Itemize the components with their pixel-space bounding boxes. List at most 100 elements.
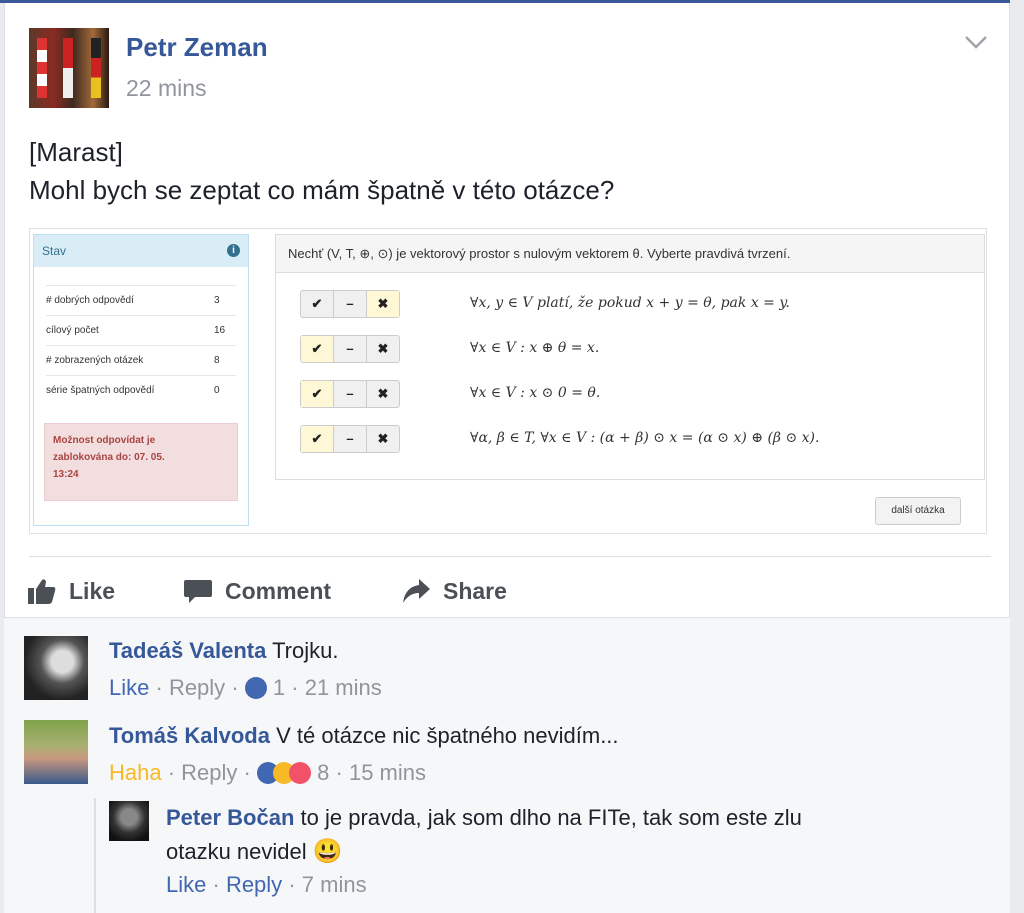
comment-haha-link[interactable]: Haha: [109, 760, 162, 785]
scrollbar[interactable]: [1010, 0, 1024, 913]
reply-body-line-2: otazku nevidel 😃: [166, 837, 343, 866]
stat-value: 8: [214, 355, 220, 366]
check-icon[interactable]: ✔: [301, 381, 334, 407]
comments-section: Tadeáš Valenta Trojku. Like · Reply · 1 …: [4, 617, 1010, 913]
stat-label: cílový počet: [46, 325, 99, 336]
separator: ·: [335, 760, 343, 785]
like-label: Like: [69, 577, 116, 604]
stav-panel: Stav i # dobrých odpovědí 3 cílový počet…: [33, 234, 249, 526]
comment-button[interactable]: Comment: [183, 571, 331, 611]
answer-toggle[interactable]: ✔ – ✖: [300, 425, 400, 453]
cross-icon[interactable]: ✖: [367, 426, 399, 452]
separator: ·: [167, 760, 176, 785]
separator: ·: [243, 760, 251, 785]
alert-line: 13:24: [53, 469, 79, 480]
separator: ·: [231, 675, 239, 700]
info-icon: i: [227, 244, 240, 257]
stat-value: 0: [214, 385, 220, 396]
stat-row: série špatných odpovědí 0: [46, 375, 236, 405]
reply-text-line-2: otazku nevidel: [166, 839, 307, 864]
stat-label: série špatných odpovědí: [46, 385, 155, 396]
alert-line: zablokována do: 07. 05.: [53, 452, 165, 463]
answer-toggle[interactable]: ✔ – ✖: [300, 380, 400, 408]
answer-toggle[interactable]: ✔ – ✖: [300, 290, 400, 318]
statement-text: ∀x ∈ V : x ⊙ 0 = θ.: [470, 385, 601, 401]
answer-row: ✔ – ✖ ∀x ∈ V : x ⊕ θ = x.: [300, 335, 960, 365]
check-icon[interactable]: ✔: [301, 426, 334, 452]
next-question-button[interactable]: další otázka: [875, 497, 961, 525]
commenter-avatar[interactable]: [24, 720, 88, 784]
check-icon[interactable]: ✔: [301, 336, 334, 362]
love-reaction-icon[interactable]: [289, 762, 311, 784]
chevron-down-icon[interactable]: [963, 33, 989, 51]
stat-label: # zobrazených otázek: [46, 355, 144, 366]
stat-row: # dobrých odpovědí 3: [46, 285, 236, 315]
comment-time[interactable]: 21 mins: [305, 675, 382, 700]
commenter-name[interactable]: Tomáš Kalvoda: [109, 723, 270, 748]
like-button[interactable]: Like: [27, 571, 115, 611]
reply-meta: Like · Reply · 7 mins: [166, 872, 367, 898]
comment-body: Tadeáš Valenta Trojku.: [109, 638, 338, 664]
question-panel: Nechť (V, T, ⊕, ⊙) je vektorový prostor …: [275, 234, 985, 480]
answer-row: ✔ – ✖ ∀x ∈ V : x ⊙ 0 = θ.: [300, 380, 960, 410]
thumbs-up-icon: [28, 579, 56, 604]
comment-reply-link[interactable]: Reply: [169, 675, 225, 700]
separator: ·: [212, 872, 220, 897]
question-text: Nechť (V, T, ⊕, ⊙) je vektorový prostor …: [276, 235, 984, 273]
answer-toggle[interactable]: ✔ – ✖: [300, 335, 400, 363]
separator: ·: [291, 675, 299, 700]
answer-row: ✔ – ✖ ∀x, y ∈ V platí, že pokud x + y = …: [300, 290, 960, 320]
reply-time[interactable]: 7 mins: [302, 872, 367, 897]
post-text-line-2: Mohl bych se zeptat co mám špatně v této…: [29, 175, 615, 205]
reply-thread-line: [94, 798, 96, 913]
separator: ·: [155, 675, 163, 700]
dash-icon[interactable]: –: [334, 381, 367, 407]
comment-like-link[interactable]: Like: [109, 675, 149, 700]
dash-icon[interactable]: –: [334, 291, 367, 317]
reaction-count[interactable]: 1: [273, 675, 285, 700]
comment-reply-link[interactable]: Reply: [181, 760, 237, 785]
share-icon: [403, 579, 430, 603]
comment-text: Trojku.: [272, 638, 339, 663]
stat-value: 3: [214, 295, 220, 306]
share-label: Share: [443, 577, 507, 604]
stat-row: cílový počet 16: [46, 315, 236, 345]
author-avatar[interactable]: [29, 28, 109, 108]
commenter-avatar[interactable]: [24, 636, 88, 700]
dash-icon[interactable]: –: [334, 426, 367, 452]
statement-text: ∀x, y ∈ V platí, že pokud x + y = θ, pak…: [470, 295, 790, 311]
check-icon[interactable]: ✔: [301, 291, 334, 317]
blocked-alert: Možnost odpovídat je zablokována do: 07.…: [44, 423, 238, 501]
share-button[interactable]: Share: [401, 571, 507, 611]
replier-name[interactable]: Peter Bočan: [166, 805, 294, 830]
separator: ·: [288, 872, 296, 897]
reply-text-line-1: to je pravda, jak som dlho na FITe, tak …: [300, 805, 802, 830]
reaction-count[interactable]: 8: [317, 760, 329, 785]
comment-icon: [184, 580, 212, 603]
like-reaction-icon[interactable]: [244, 677, 267, 699]
answer-row: ✔ – ✖ ∀α, β ∈ T, ∀x ∈ V : (α + β) ⊙ x = …: [300, 425, 960, 455]
statement-text: ∀α, β ∈ T, ∀x ∈ V : (α + β) ⊙ x = (α ⊙ x…: [470, 430, 820, 446]
cross-icon[interactable]: ✖: [367, 291, 399, 317]
replier-avatar[interactable]: [109, 801, 149, 841]
comment-label: Comment: [225, 577, 332, 604]
stat-label: # dobrých odpovědí: [46, 295, 134, 306]
cross-icon[interactable]: ✖: [367, 336, 399, 362]
dash-icon[interactable]: –: [334, 336, 367, 362]
alert-line: Možnost odpovídat je: [53, 435, 156, 446]
reply-body: Peter Bočan to je pravda, jak som dlho n…: [166, 805, 802, 831]
stav-header: Stav i: [34, 235, 248, 267]
attached-screenshot[interactable]: Stav i # dobrých odpovědí 3 cílový počet…: [29, 228, 987, 534]
stav-title: Stav: [42, 244, 67, 258]
post-timestamp[interactable]: 22 mins: [126, 75, 207, 102]
post-text-line-1: [Marast]: [29, 137, 123, 167]
reply-like-link[interactable]: Like: [166, 872, 206, 897]
commenter-name[interactable]: Tadeáš Valenta: [109, 638, 266, 663]
reply-reply-link[interactable]: Reply: [226, 872, 282, 897]
author-name[interactable]: Petr Zeman: [126, 32, 268, 63]
stat-value: 16: [214, 325, 226, 336]
comment-text: V té otázce nic špatného nevidím...: [276, 723, 619, 748]
cross-icon[interactable]: ✖: [367, 381, 399, 407]
comment-time[interactable]: 15 mins: [349, 760, 426, 785]
statement-text: ∀x ∈ V : x ⊕ θ = x.: [470, 340, 600, 356]
